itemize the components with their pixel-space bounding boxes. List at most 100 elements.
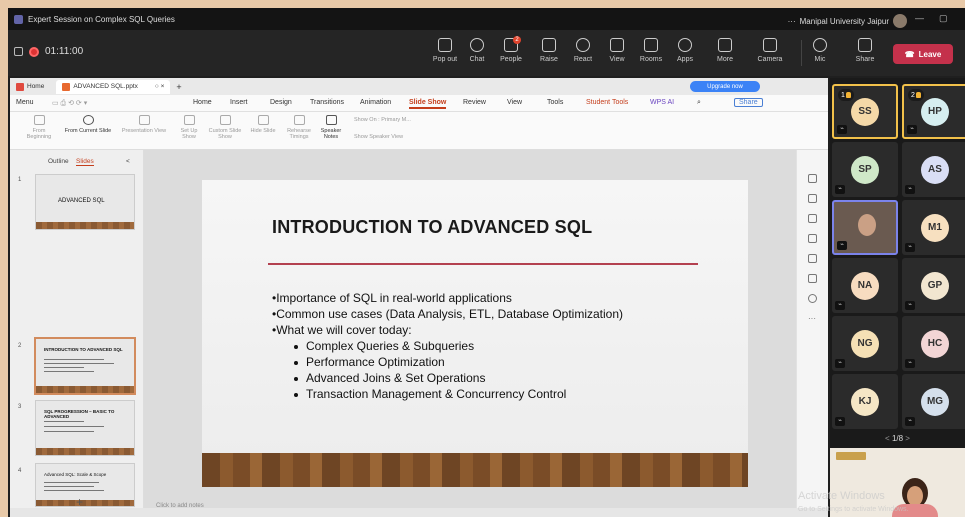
participant-tile[interactable]: HC ⌁ <box>902 316 965 371</box>
next-page-icon[interactable]: > <box>905 434 910 443</box>
menu-review[interactable]: Review <box>463 99 486 106</box>
more-icon[interactable]: ··· <box>808 314 816 323</box>
search-icon[interactable]: ⌕ <box>697 99 701 107</box>
teams-meeting-window: Expert Session on Complex SQL Queries ··… <box>8 8 965 517</box>
menu-tools[interactable]: Tools <box>547 99 563 106</box>
toolbar-chat-button[interactable]: Chat <box>460 34 494 63</box>
toolbar-camera-button[interactable]: Camera <box>753 34 787 63</box>
wood-floor-decoration <box>202 453 748 487</box>
custom-slide-show-button[interactable]: Custom Slide Show <box>208 115 242 140</box>
menu-insert[interactable]: Insert <box>230 99 248 106</box>
toolbar-label: View <box>609 56 625 63</box>
toolbar-mic-button[interactable]: Mic <box>803 34 837 63</box>
quick-access-icons[interactable]: ▭ ⎙ ⟲ ⟳ ▾ <box>52 99 87 108</box>
from-current-slide-button[interactable]: From Current Slide <box>62 115 114 134</box>
notes-icon <box>325 115 337 125</box>
toolbar-people-button[interactable]: 2 People <box>494 34 528 63</box>
participant-tile[interactable]: NA ⌁ <box>832 258 898 313</box>
more-options-icon[interactable]: ··· <box>788 17 796 26</box>
restore-icon[interactable]: ▢ <box>939 13 948 24</box>
show-on-select[interactable]: Show On : Primary M... <box>354 117 411 123</box>
leave-button[interactable]: ☎ Leave <box>893 44 953 64</box>
menu-transitions[interactable]: Transitions <box>310 99 344 106</box>
share-button[interactable]: Share <box>734 98 763 107</box>
menu-design[interactable]: Design <box>270 99 292 106</box>
close-tab-icon[interactable]: ○ × <box>155 83 165 90</box>
presentation-view-button[interactable]: Presentation View <box>118 115 170 134</box>
mic-muted-icon: ⌁ <box>835 301 845 310</box>
menu-animation[interactable]: Animation <box>360 99 391 106</box>
slide-thumbnail-4[interactable]: Advanced SQL: Scale & Scope <box>35 463 135 507</box>
from-beginning-button[interactable]: From Beginning <box>24 115 54 140</box>
slide-thumbnail-2[interactable]: INTRODUCTION TO ADVANCED SQL <box>34 337 136 395</box>
toolbar-label: Rooms <box>639 56 663 63</box>
star-icon[interactable] <box>808 234 817 243</box>
new-tab-icon[interactable]: + <box>176 82 181 92</box>
show-speaker-view-checkbox[interactable]: Show Speaker View <box>354 134 403 140</box>
prev-page-icon[interactable]: < <box>885 434 890 443</box>
tool-icon[interactable] <box>808 274 817 283</box>
menu-home[interactable]: Home <box>193 99 212 106</box>
tool-icon[interactable] <box>808 214 817 223</box>
menu-slide-show[interactable]: Slide Show <box>409 99 447 109</box>
participant-tile[interactable]: HP 2 ⌁ <box>902 84 965 139</box>
participant-tile[interactable]: M1 ⌁ <box>902 200 965 255</box>
tab-slides[interactable]: Slides <box>76 158 94 166</box>
set-up-show-button[interactable]: Set Up Show <box>176 115 202 140</box>
participant-avatar: NA <box>851 271 879 300</box>
slide-thumbnail-1[interactable]: ADVANCED SQL <box>35 174 135 230</box>
participant-tile[interactable]: GP ⌁ <box>902 258 965 313</box>
toolbar-share-button[interactable]: Share <box>848 34 882 63</box>
participant-tile[interactable]: SS 1 ⌁ <box>832 84 898 139</box>
menu-button[interactable]: Menu <box>16 99 34 106</box>
menu-wps-ai[interactable]: WPS AI <box>650 99 674 106</box>
pptx-file-icon <box>62 82 71 91</box>
help-icon[interactable] <box>808 294 817 303</box>
participant-tile[interactable]: KJ ⌁ <box>832 374 898 429</box>
ribbon-label: Presentation View <box>121 128 167 134</box>
toolbar-label: React <box>573 56 593 63</box>
mic-muted-icon: ⌁ <box>835 185 845 194</box>
participant-tile[interactable]: NG ⌁ <box>832 316 898 371</box>
hide-slide-button[interactable]: Hide Slide <box>248 115 278 134</box>
participant-tile[interactable]: AS ⌁ <box>902 142 965 197</box>
toolbar-rooms-button[interactable]: Rooms <box>634 34 668 63</box>
tool-icon[interactable] <box>808 194 817 203</box>
collapse-pane-icon[interactable]: < <box>126 158 130 165</box>
participant-avatar: SP <box>851 155 879 184</box>
participant-avatar: GP <box>921 271 949 300</box>
toolbar-apps-button[interactable]: Apps <box>668 34 702 63</box>
toolbar-label: Apps <box>677 56 693 63</box>
participant-avatar: KJ <box>851 387 879 416</box>
minimize-icon[interactable]: — <box>915 13 924 23</box>
speaker-notes-button[interactable]: Speaker Notes <box>318 115 344 140</box>
tab-home[interactable]: Home <box>10 80 50 94</box>
watermark-subtitle: Go to Settings to activate Windows. <box>798 506 909 513</box>
user-avatar[interactable] <box>893 14 907 28</box>
tool-icon[interactable] <box>808 254 817 263</box>
toolbar-react-button[interactable]: React <box>566 34 600 63</box>
menu-view[interactable]: View <box>507 99 522 106</box>
thumbnail-floor <box>36 500 134 506</box>
add-slide-button[interactable]: + <box>76 495 83 509</box>
tool-icon[interactable] <box>808 174 817 183</box>
toolbar-label: Camera <box>757 56 783 63</box>
participant-tile[interactable]: MG ⌁ <box>902 374 965 429</box>
toolbar-raise-button[interactable]: Raise <box>532 34 566 63</box>
camera-icon <box>763 38 777 52</box>
upgrade-label: Upgrade now <box>707 83 743 90</box>
participant-tile[interactable]: SP ⌁ <box>832 142 898 197</box>
participant-tile[interactable]: ⌁ <box>832 200 898 255</box>
current-slide[interactable]: INTRODUCTION TO ADVANCED SQL •Importance… <box>202 180 748 487</box>
toolbar-view-button[interactable]: View <box>600 34 634 63</box>
slide-thumbnail-3[interactable]: SQL PROGRESSION – BASIC TO ADVANCED <box>35 400 135 456</box>
toolbar-label: Raise <box>540 56 558 63</box>
tab-outline[interactable]: Outline <box>48 158 69 165</box>
upgrade-button[interactable]: Upgrade now <box>690 81 760 92</box>
toolbar-pop-out-button[interactable]: Pop out <box>428 34 462 63</box>
rehearse-timings-button[interactable]: Rehearse Timings <box>282 115 316 140</box>
menu-student-tools[interactable]: Student Tools <box>586 99 628 106</box>
apps-icon <box>678 38 692 52</box>
toolbar-more-button[interactable]: More <box>708 34 742 63</box>
tab-document[interactable]: ADVANCED SQL.pptx ○ × <box>56 79 171 94</box>
